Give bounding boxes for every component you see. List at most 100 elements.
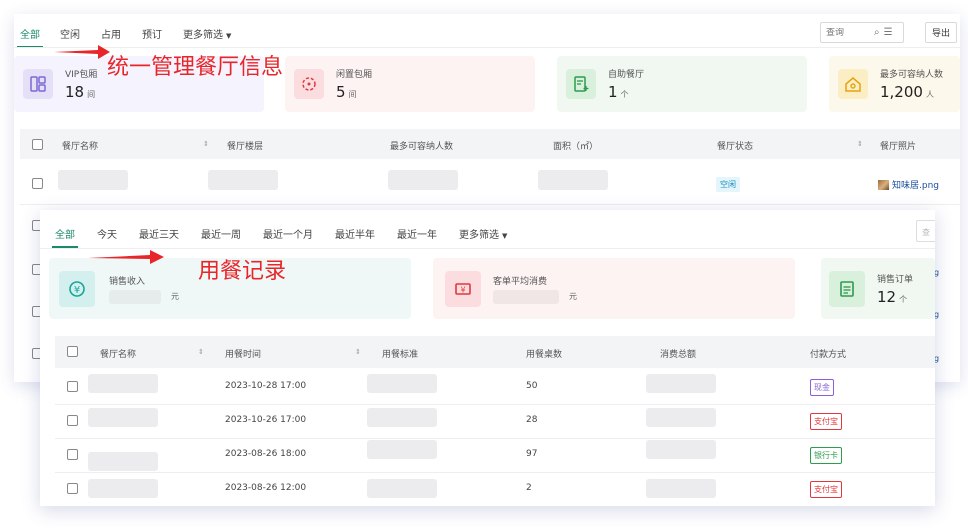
svg-text:¥: ¥ bbox=[460, 285, 465, 294]
redacted-name bbox=[88, 408, 158, 427]
tab-last-three-days[interactable]: 最近三天 bbox=[139, 226, 179, 248]
search-input[interactable]: 查 bbox=[916, 220, 935, 242]
redacted-total bbox=[646, 479, 716, 498]
redacted-value bbox=[109, 289, 161, 304]
stat-label: 销售收入 bbox=[109, 276, 146, 287]
sort-icon[interactable]: ⇕ bbox=[857, 140, 863, 148]
table-row[interactable]: 空闲 知味居.png bbox=[20, 164, 960, 198]
revenue-icon: ¥ bbox=[59, 270, 95, 307]
dining-time: 2023-08-26 18:00 bbox=[225, 449, 307, 459]
redacted-standard bbox=[367, 374, 437, 393]
col-status: 餐厅状态 bbox=[717, 142, 754, 152]
filter-settings-icon[interactable]: ☰ bbox=[884, 27, 893, 38]
row-checkbox[interactable] bbox=[67, 483, 78, 494]
table-row[interactable]: 2023-08-26 18:00 97 银行卡 bbox=[55, 438, 935, 472]
dining-time: 2023-08-26 12:00 bbox=[225, 483, 307, 493]
select-all-checkbox[interactable] bbox=[67, 346, 78, 357]
stat-label: 销售订单 bbox=[877, 274, 914, 285]
tab-all[interactable]: 全部 bbox=[52, 226, 78, 248]
col-floor: 餐厅楼层 bbox=[227, 142, 264, 152]
photo-thumbnail bbox=[878, 179, 889, 190]
caret-down-icon: ▼ bbox=[226, 32, 232, 40]
stat-label: 闲置包厢 bbox=[336, 70, 373, 80]
row-divider bbox=[20, 204, 960, 205]
tab-last-week[interactable]: 最近一周 bbox=[201, 226, 241, 248]
row-checkbox[interactable] bbox=[67, 449, 78, 460]
select-all-checkbox[interactable] bbox=[32, 139, 43, 150]
row-checkbox[interactable] bbox=[67, 381, 78, 392]
stat-value: 18 bbox=[65, 83, 85, 101]
order-icon bbox=[829, 270, 865, 307]
stat-value: 1 bbox=[608, 83, 618, 101]
redacted-name bbox=[88, 452, 158, 471]
redacted-capacity bbox=[388, 170, 458, 190]
caret-down-icon: ▼ bbox=[502, 232, 508, 240]
col-dining-standard: 用餐标准 bbox=[382, 350, 419, 360]
svg-text:¥: ¥ bbox=[74, 285, 80, 296]
tabs-divider bbox=[14, 47, 960, 48]
tab-more-filters[interactable]: 更多筛选 ▼ bbox=[459, 226, 507, 248]
stat-value: 12 bbox=[877, 287, 897, 306]
payment-badge: 支付宝 bbox=[810, 413, 842, 430]
stat-label: 自助餐厅 bbox=[608, 70, 645, 80]
dining-panel: 全部 今天 最近三天 最近一周 最近一个月 最近半年 最近一年 更多筛选 ▼ 查 … bbox=[40, 210, 935, 506]
redacted-total bbox=[646, 408, 716, 427]
col-restaurant-name: 餐厅名称 bbox=[62, 142, 99, 152]
col-restaurant-name: 餐厅名称 bbox=[100, 350, 137, 360]
stat-unit: 间 bbox=[87, 90, 96, 99]
status-badge: 空闲 bbox=[716, 177, 740, 192]
redacted-total bbox=[646, 440, 716, 459]
annotation-arrow-icon bbox=[54, 45, 110, 59]
stat-label: 最多可容纳人数 bbox=[880, 70, 944, 80]
tab-last-month[interactable]: 最近一个月 bbox=[263, 226, 313, 248]
payment-badge: 现金 bbox=[810, 379, 834, 396]
search-box[interactable]: ⌕ ☰ bbox=[820, 22, 904, 43]
stat-unit: 元 bbox=[171, 292, 179, 301]
search-input[interactable] bbox=[826, 27, 870, 38]
tab-all[interactable]: 全部 bbox=[17, 26, 43, 48]
stat-card-capacity: 最多可容纳人数 1,200 人 bbox=[829, 56, 960, 112]
col-total-spend: 消费总额 bbox=[660, 350, 697, 360]
table-count: 28 bbox=[526, 415, 538, 425]
table-row[interactable]: 2023-08-26 12:00 2 支付宝 bbox=[55, 472, 935, 506]
photo-link[interactable]: 知味居.png bbox=[878, 178, 939, 191]
col-area: 面积（㎡） bbox=[553, 142, 599, 152]
tab-last-half-year[interactable]: 最近半年 bbox=[335, 226, 375, 248]
stat-label: VIP包厢 bbox=[65, 70, 98, 80]
tab-reserved[interactable]: 预订 bbox=[142, 26, 162, 48]
col-table-count: 用餐桌数 bbox=[526, 350, 563, 360]
redacted-standard bbox=[367, 479, 437, 498]
tab-last-year[interactable]: 最近一年 bbox=[397, 226, 437, 248]
stat-unit: 个 bbox=[620, 90, 629, 99]
rooms-icon bbox=[23, 69, 53, 99]
redacted-standard bbox=[367, 408, 437, 427]
stat-card-buffet: 自助餐厅 1个 bbox=[557, 56, 807, 112]
redacted-name bbox=[58, 170, 128, 190]
dining-tabs: 全部 今天 最近三天 最近一周 最近一个月 最近半年 最近一年 更多筛选 ▼ bbox=[52, 226, 507, 248]
redacted-standard bbox=[367, 440, 437, 459]
stat-card-idle-rooms: 闲置包厢 5间 bbox=[285, 56, 535, 112]
dining-time: 2023-10-26 17:00 bbox=[225, 415, 307, 425]
annotation-dining-records: 用餐记录 bbox=[198, 259, 287, 284]
search-icon[interactable]: ⌕ bbox=[874, 27, 880, 38]
annotation-arrow-icon bbox=[88, 250, 164, 264]
sort-icon[interactable]: ⇕ bbox=[203, 140, 209, 148]
redacted-total bbox=[646, 374, 716, 393]
tab-more-filters[interactable]: 更多筛选 ▼ bbox=[183, 26, 231, 48]
col-capacity: 最多可容纳人数 bbox=[390, 142, 454, 152]
restaurant-tabs: 全部 空闲 占用 预订 更多筛选 ▼ bbox=[17, 26, 231, 48]
row-checkbox[interactable] bbox=[67, 415, 78, 426]
stat-unit: 元 bbox=[569, 292, 577, 301]
row-checkbox[interactable] bbox=[32, 178, 43, 189]
stat-label: 客单平均消费 bbox=[493, 276, 548, 287]
stat-card-orders: 销售订单 12 个 bbox=[821, 258, 935, 319]
table-row[interactable]: 2023-10-26 17:00 28 支付宝 bbox=[55, 404, 935, 438]
sort-icon[interactable]: ⇕ bbox=[198, 348, 204, 356]
tab-today[interactable]: 今天 bbox=[97, 226, 117, 248]
buffet-icon bbox=[566, 69, 596, 99]
table-row[interactable]: 2023-10-28 17:00 50 现金 bbox=[55, 370, 935, 404]
sort-icon[interactable]: ⇕ bbox=[355, 348, 361, 356]
export-button[interactable]: 导出 bbox=[925, 22, 957, 43]
stat-unit: 人 bbox=[925, 90, 934, 99]
stat-value: 5 bbox=[336, 83, 346, 101]
